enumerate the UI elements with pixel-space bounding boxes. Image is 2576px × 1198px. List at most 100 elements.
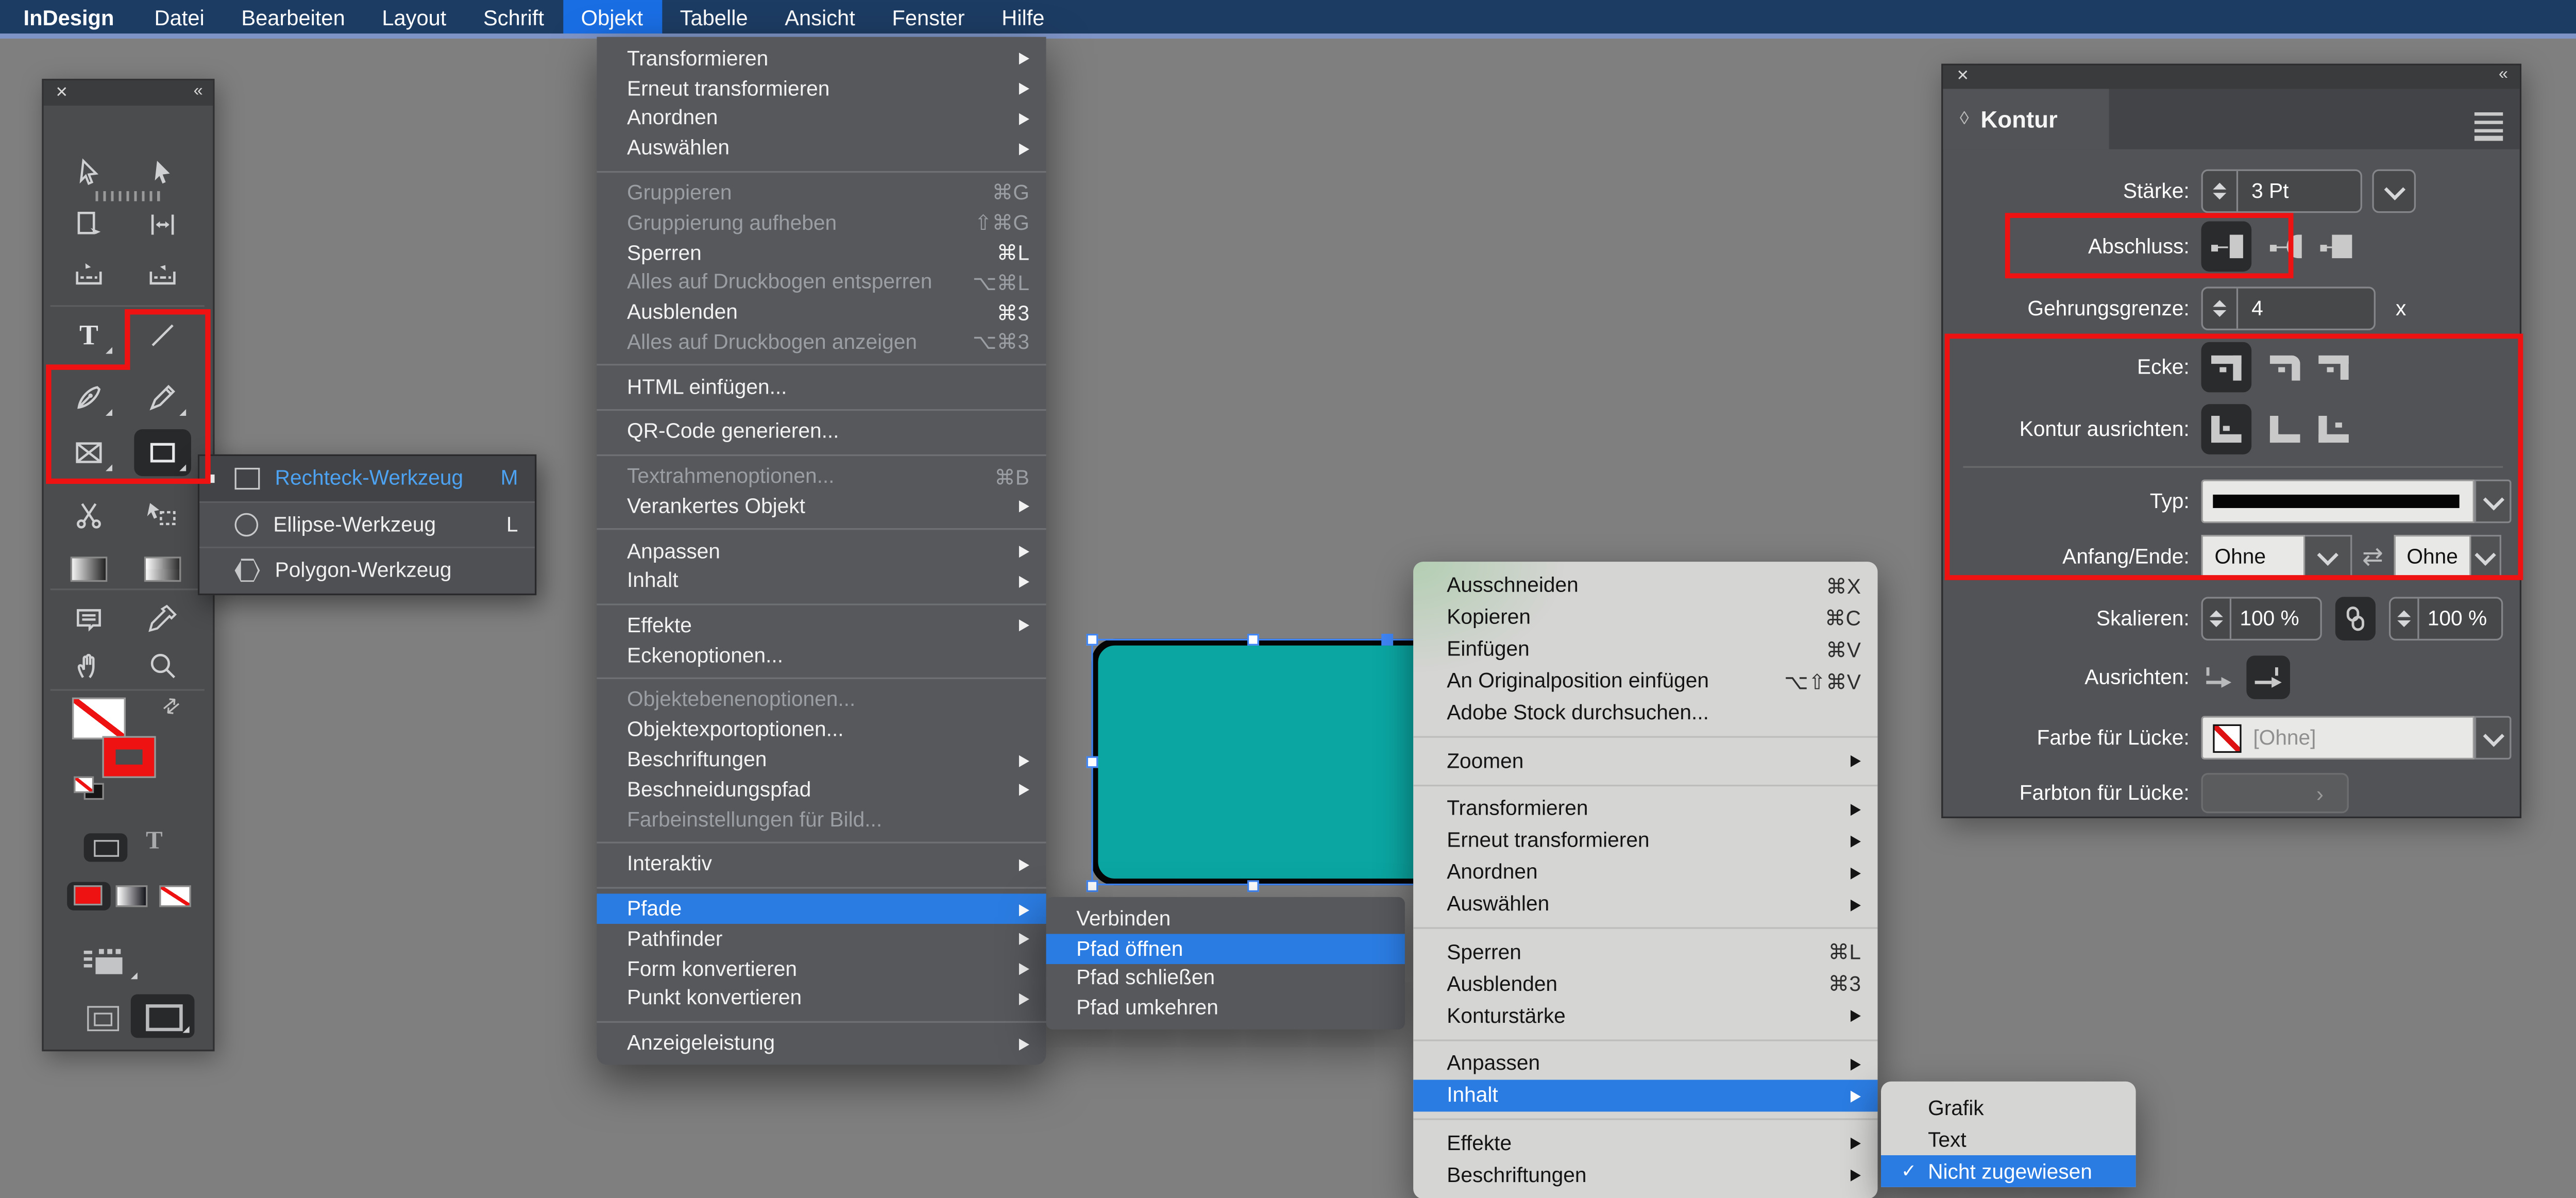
menubar-item-datei[interactable]: Datei (136, 0, 223, 33)
menu-item-pfad-umkehren[interactable]: Pfad umkehren (1046, 993, 1404, 1023)
selection-handle-bottom-left[interactable] (1086, 880, 1097, 891)
direct-selection-tool[interactable] (134, 149, 191, 196)
menu-item-grafik[interactable]: Grafik (1881, 1091, 2136, 1123)
stroke-swatch[interactable] (104, 738, 155, 777)
menu-item-textrahmenoptionen[interactable]: Textrahmenoptionen...⌘B (597, 461, 1046, 491)
menu-item-adobe-stock-durchsuchen[interactable]: Adobe Stock durchsuchen... (1413, 697, 1877, 729)
menu-item-form-konvertieren[interactable]: Form konvertieren▶ (597, 954, 1046, 984)
menubar-item-tabelle[interactable]: Tabelle (662, 0, 767, 33)
line-tool[interactable] (134, 312, 191, 359)
align-arrow-start-icon[interactable] (2201, 663, 2235, 691)
staerke-dropdown-button[interactable] (2372, 170, 2416, 213)
projecting-cap-icon[interactable] (2320, 235, 2352, 259)
eyedropper-tool[interactable] (134, 595, 191, 642)
close-icon[interactable]: ✕ (55, 83, 68, 102)
menubar-item-fenster[interactable]: Fenster (874, 0, 984, 33)
menubar-item-layout[interactable]: Layout (364, 0, 465, 33)
stepper-icon[interactable] (2203, 599, 2231, 639)
menu-item-interaktiv[interactable]: Interaktiv▶ (597, 849, 1046, 879)
menu-item-an-originalposition-einfügen[interactable]: An Originalposition einfügen⌥⇧⌘V (1413, 665, 1877, 697)
menu-item-alles-auf-druckbogen-entsperren[interactable]: Alles auf Druckbogen entsperren⌥⌘L (597, 267, 1046, 297)
menu-item-zoomen[interactable]: Zoomen▶ (1413, 745, 1877, 777)
selection-handle-top-left[interactable] (1086, 633, 1097, 645)
menu-item-pfad-schließen[interactable]: Pfad schließen (1046, 964, 1404, 993)
selected-anchor-point[interactable] (1381, 634, 1393, 646)
collapse-panel-icon[interactable]: « (2499, 65, 2506, 84)
menu-item-anpassen[interactable]: Anpassen▶ (597, 536, 1046, 566)
menu-item-gruppieren[interactable]: Gruppieren⌘G (597, 178, 1046, 208)
menu-item-auswählen[interactable]: Auswählen▶ (597, 133, 1046, 163)
menu-item-eckenoptionen[interactable]: Eckenoptionen... (597, 640, 1046, 670)
bevel-join-icon[interactable] (2318, 355, 2349, 380)
menu-item-beschneidungspfad[interactable]: Beschneidungspfad▶ (597, 774, 1046, 804)
fill-swatch-none[interactable] (74, 699, 124, 738)
selection-handle-bottom-middle[interactable] (1246, 880, 1258, 891)
note-tool[interactable] (60, 595, 117, 642)
apply-none-button[interactable] (161, 887, 189, 905)
menu-item-kopieren[interactable]: Kopieren⌘C (1413, 601, 1877, 633)
menubar-item-objekt[interactable]: Objekt (563, 0, 662, 33)
gehrungsgrenze-field[interactable]: 4 (2201, 286, 2376, 330)
menu-item-pfad-öffnen[interactable]: Pfad öffnen (1046, 934, 1404, 964)
menubar-item-hilfe[interactable]: Hilfe (983, 0, 1063, 33)
menubar-item-bearbeiten[interactable]: Bearbeiten (223, 0, 364, 33)
menu-item-gruppierung-aufheben[interactable]: Gruppierung aufheben⇧⌘G (597, 208, 1046, 238)
content-collector-tool[interactable] (60, 251, 117, 298)
menu-item-qr-code-generieren[interactable]: QR-Code generieren... (597, 416, 1046, 446)
skalieren-x-field[interactable]: 100 % (2201, 597, 2322, 640)
align-arrow-end-button-selected[interactable] (2246, 655, 2290, 699)
gap-tool[interactable] (134, 201, 191, 248)
menu-item-ausblenden[interactable]: Ausblenden⌘3 (597, 297, 1046, 327)
align-stroke-outside-icon[interactable] (2318, 416, 2349, 443)
rectangle-tool[interactable] (134, 429, 191, 476)
pencil-tool[interactable] (134, 374, 191, 421)
menu-item-verankertes-objekt[interactable]: Verankertes Objekt▶ (597, 491, 1046, 521)
free-transform-tool[interactable] (134, 491, 191, 538)
skalieren-y-field[interactable]: 100 % (2389, 597, 2503, 640)
menu-item-transformieren[interactable]: Transformieren▶ (1413, 792, 1877, 824)
menu-item-inhalt[interactable]: Inhalt▶ (1413, 1079, 1877, 1111)
stepper-icon[interactable] (2203, 171, 2238, 211)
menu-item-konturstärke[interactable]: Konturstärke▶ (1413, 999, 1877, 1031)
view-options-icon[interactable] (84, 949, 128, 976)
type-tool[interactable]: T (60, 312, 117, 359)
staerke-field[interactable]: 3 Pt (2201, 170, 2362, 213)
close-icon[interactable]: ✕ (1956, 67, 1969, 86)
ende-dropdown[interactable]: Ohne (2393, 535, 2500, 579)
menubar-item-indesign[interactable]: InDesign (10, 0, 136, 33)
flyout-item-polygon-werkzeug[interactable]: Polygon-Werkzeug (199, 548, 535, 593)
menu-item-html-einfügen[interactable]: HTML einfügen... (597, 372, 1046, 402)
stroke-type-dropdown[interactable] (2201, 480, 2512, 524)
menu-item-beschriftungen[interactable]: Beschriftungen▶ (597, 745, 1046, 774)
menu-item-inhalt[interactable]: Inhalt▶ (597, 566, 1046, 596)
swap-start-end-icon[interactable]: ⇄ (2362, 542, 2383, 572)
formatting-affects-text-button[interactable]: T (146, 828, 163, 856)
selection-handle-middle-left[interactable] (1086, 756, 1097, 768)
apply-gradient-button[interactable] (117, 887, 146, 905)
screen-mode-button[interactable] (131, 994, 195, 1038)
content-placer-tool[interactable] (134, 251, 191, 298)
menubar-item-schrift[interactable]: Schrift (465, 0, 563, 33)
zoom-tool[interactable] (134, 642, 191, 689)
anfang-dropdown[interactable]: Ohne (2201, 535, 2352, 579)
menu-item-nicht-zugewiesen[interactable]: ✓Nicht zugewiesen (1881, 1155, 2136, 1187)
cc-libraries-icon[interactable] (87, 1006, 119, 1031)
selection-tool[interactable] (60, 149, 117, 196)
menu-item-effekte[interactable]: Effekte▶ (1413, 1127, 1877, 1159)
menu-item-transformieren[interactable]: Transformieren▶ (597, 44, 1046, 74)
menu-item-einfügen[interactable]: Einfügen⌘V (1413, 633, 1877, 665)
flyout-item-ellipse-werkzeug[interactable]: Ellipse-Werkzeug L (199, 502, 535, 548)
panel-menu-icon[interactable] (2475, 112, 2503, 144)
pen-tool[interactable] (60, 374, 117, 421)
default-fill-mini-swatch[interactable] (75, 778, 92, 791)
flyout-item-rechteck-werkzeug[interactable]: Rechteck-Werkzeug M (199, 456, 535, 502)
cap-butt-button-selected[interactable] (2201, 222, 2252, 272)
hand-tool[interactable] (60, 642, 117, 689)
menu-item-erneut-transformieren[interactable]: Erneut transformieren▶ (1413, 824, 1877, 856)
menu-item-erneut-transformieren[interactable]: Erneut transformieren▶ (597, 74, 1046, 104)
menu-item-anordnen[interactable]: Anordnen▶ (597, 103, 1046, 133)
stepper-icon[interactable] (2203, 289, 2238, 329)
menu-item-anzeigeleistung[interactable]: Anzeigeleistung▶ (597, 1028, 1046, 1058)
formatting-affects-container-button[interactable] (84, 833, 128, 862)
menu-item-effekte[interactable]: Effekte▶ (597, 611, 1046, 640)
